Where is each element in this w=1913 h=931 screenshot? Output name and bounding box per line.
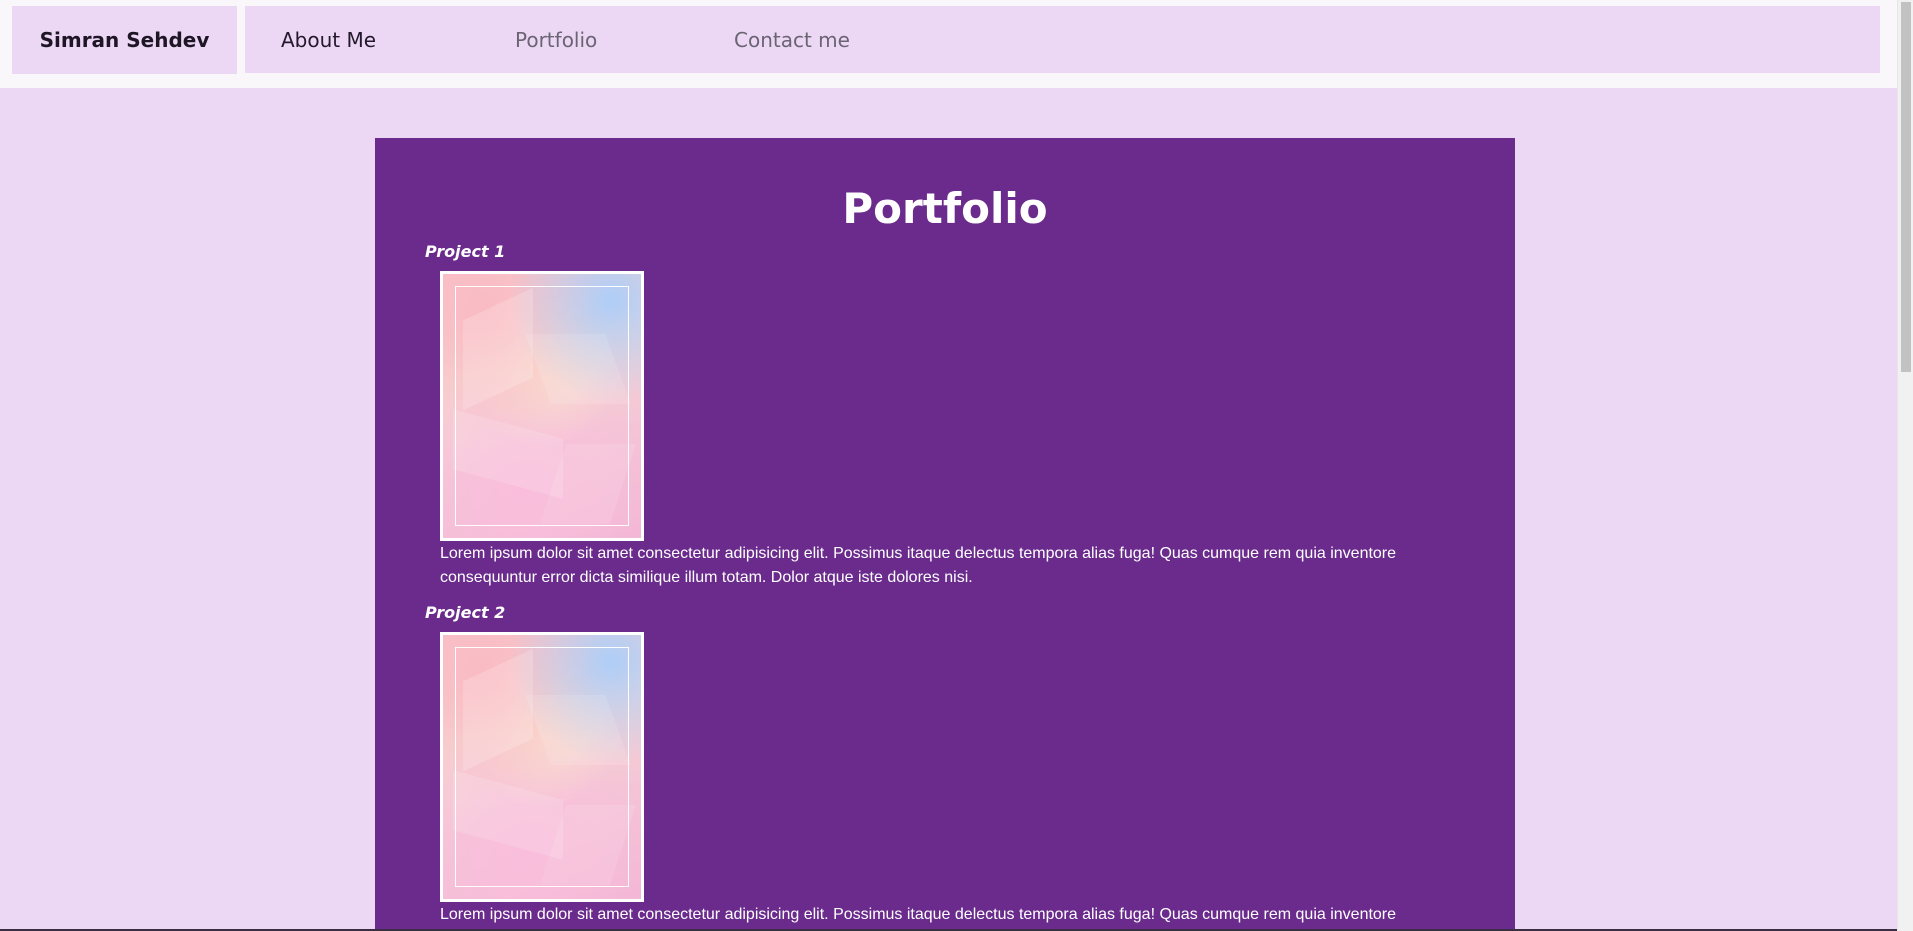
nav-link-contact-me[interactable]: Contact me — [734, 6, 850, 73]
page: Simran Sehdev About Me Portfolio Contact… — [0, 0, 1913, 931]
page-title: Portfolio — [842, 184, 1048, 233]
brand-link[interactable]: Simran Sehdev — [12, 6, 237, 74]
project-1-description: Lorem ipsum dolor sit amet consectetur a… — [440, 545, 1397, 586]
portfolio-panel: Portfolio Project 1 Lorem ipsum dolor si… — [375, 138, 1515, 931]
project-2-image — [440, 632, 644, 902]
vertical-scrollbar[interactable] — [1897, 0, 1913, 931]
top-navigation: Simran Sehdev About Me Portfolio Contact… — [0, 0, 1897, 88]
project-1-artwork — [443, 274, 641, 538]
project-2-description: Lorem ipsum dolor sit amet consectetur a… — [440, 906, 1397, 923]
nav-links: About Me Portfolio Contact me — [245, 6, 1880, 73]
scrollbar-thumb[interactable] — [1901, 2, 1911, 372]
project-1-title: Project 1 — [425, 242, 506, 261]
project-2-artwork — [443, 635, 641, 899]
project-1-image — [440, 271, 644, 541]
nav-link-portfolio[interactable]: Portfolio — [515, 6, 597, 73]
project-2-title: Project 2 — [425, 603, 506, 622]
nav-link-about-me[interactable]: About Me — [281, 6, 376, 73]
